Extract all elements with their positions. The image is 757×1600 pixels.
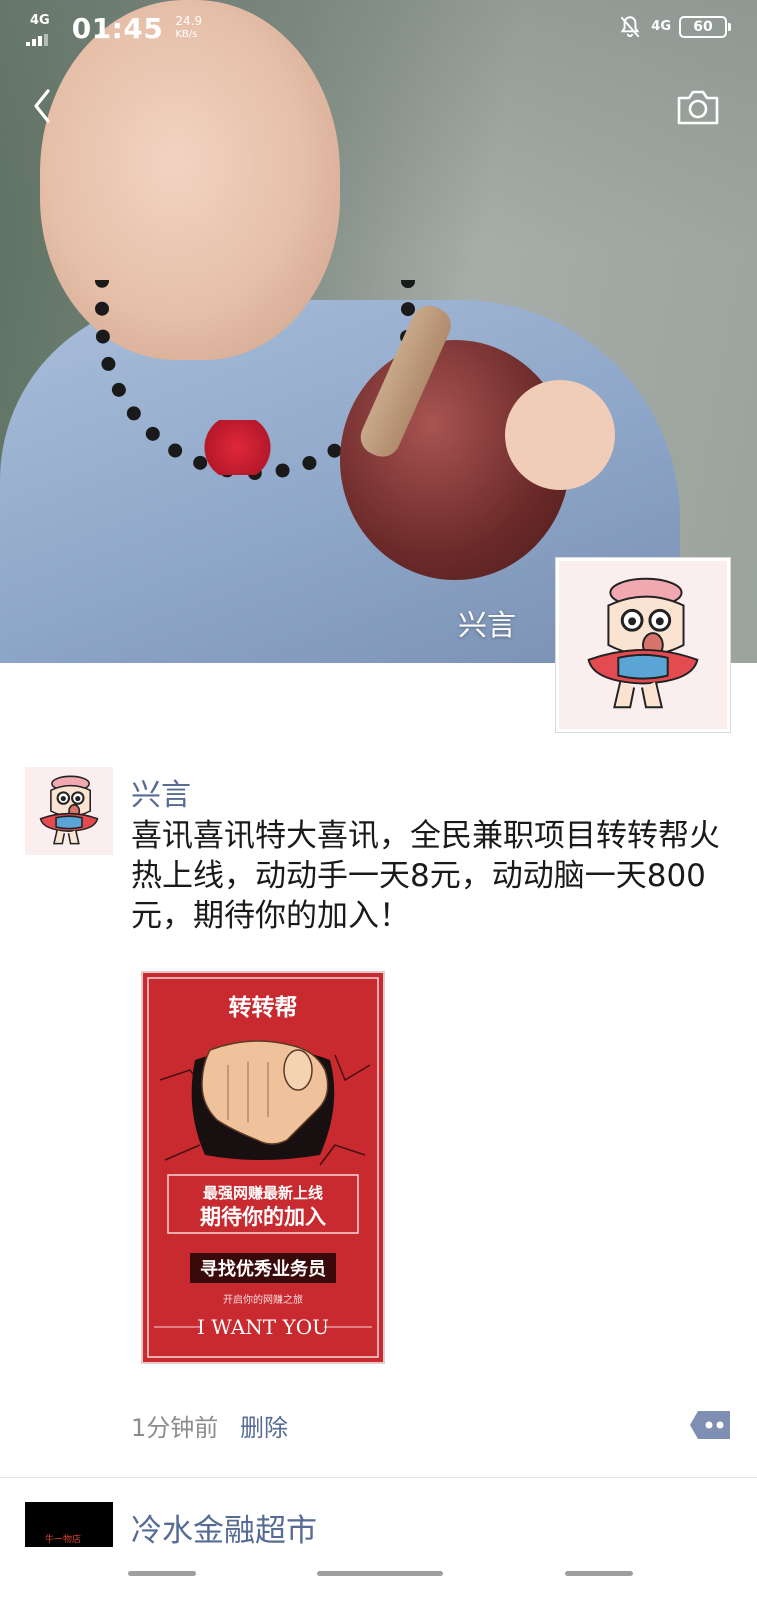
poster-line2: 期待你的加入 <box>200 1205 326 1229</box>
next-avatar-text: 牛一物店 <box>45 1535 82 1545</box>
post-author-avatar[interactable] <box>25 767 113 855</box>
bell-off-icon <box>620 16 640 38</box>
network-type-secondary: 4G <box>651 19 671 34</box>
post-text: 喜讯喜讯特大喜讯，全民兼职项目转转帮火热上线，动动手一天8元，动动脑一天800元… <box>131 818 720 934</box>
network-speed: 24.9 KB/s <box>175 15 202 41</box>
status-bar: 4G 01:45 24.9 KB/s 4G 60 <box>0 0 757 56</box>
delete-link[interactable]: 删除 <box>240 1408 288 1443</box>
nav-gesture-home[interactable] <box>317 1571 443 1576</box>
battery-icon: 60 <box>679 16 731 38</box>
speed-value: 24.9 <box>175 14 203 28</box>
cartoon-avatar-icon <box>559 561 727 729</box>
post-author-name[interactable]: 兴言 <box>131 770 191 814</box>
comment-dots-icon[interactable] <box>688 1409 732 1441</box>
post-image[interactable]: 转转帮 最强网赚最新上线 期待你的加入 寻找优秀业务员 开启你的网赚之旅 I W… <box>140 970 386 1365</box>
status-left: 4G 01:45 24.9 KB/s <box>25 12 202 46</box>
clock: 01:45 <box>71 12 164 45</box>
next-post-avatar[interactable]: 牛一物店 <box>25 1502 113 1547</box>
nav-gesture-right[interactable] <box>565 1571 633 1576</box>
poster-brand: 转转帮 <box>229 994 298 1021</box>
poster-line5: I WANT YOU <box>197 1315 329 1339</box>
network-type: 4G <box>30 13 50 28</box>
camera-icon[interactable] <box>676 88 720 126</box>
poster-line3: 寻找优秀业务员 <box>200 1258 326 1280</box>
cartoon-avatar-icon <box>25 767 113 855</box>
cover-owner-name[interactable]: 兴言 <box>458 602 516 644</box>
battery-level: 60 <box>693 19 713 35</box>
post-timestamp: 1分钟前 <box>131 1414 219 1442</box>
profile-avatar[interactable] <box>555 557 731 733</box>
post-divider <box>0 1477 757 1478</box>
speed-unit: KB/s <box>175 29 198 40</box>
signal-icon <box>25 34 48 46</box>
back-chevron-icon[interactable] <box>28 86 58 126</box>
status-right: 4G 60 <box>617 14 731 40</box>
nav-gesture-left[interactable] <box>128 1571 196 1576</box>
poster-line1: 最强网赚最新上线 <box>203 1184 323 1202</box>
poster-line4: 开启你的网赚之旅 <box>223 1293 303 1306</box>
cover-hand <box>505 380 615 490</box>
next-post-author[interactable]: 冷水金融超市 <box>131 1505 317 1550</box>
cover-tassel <box>200 420 275 475</box>
